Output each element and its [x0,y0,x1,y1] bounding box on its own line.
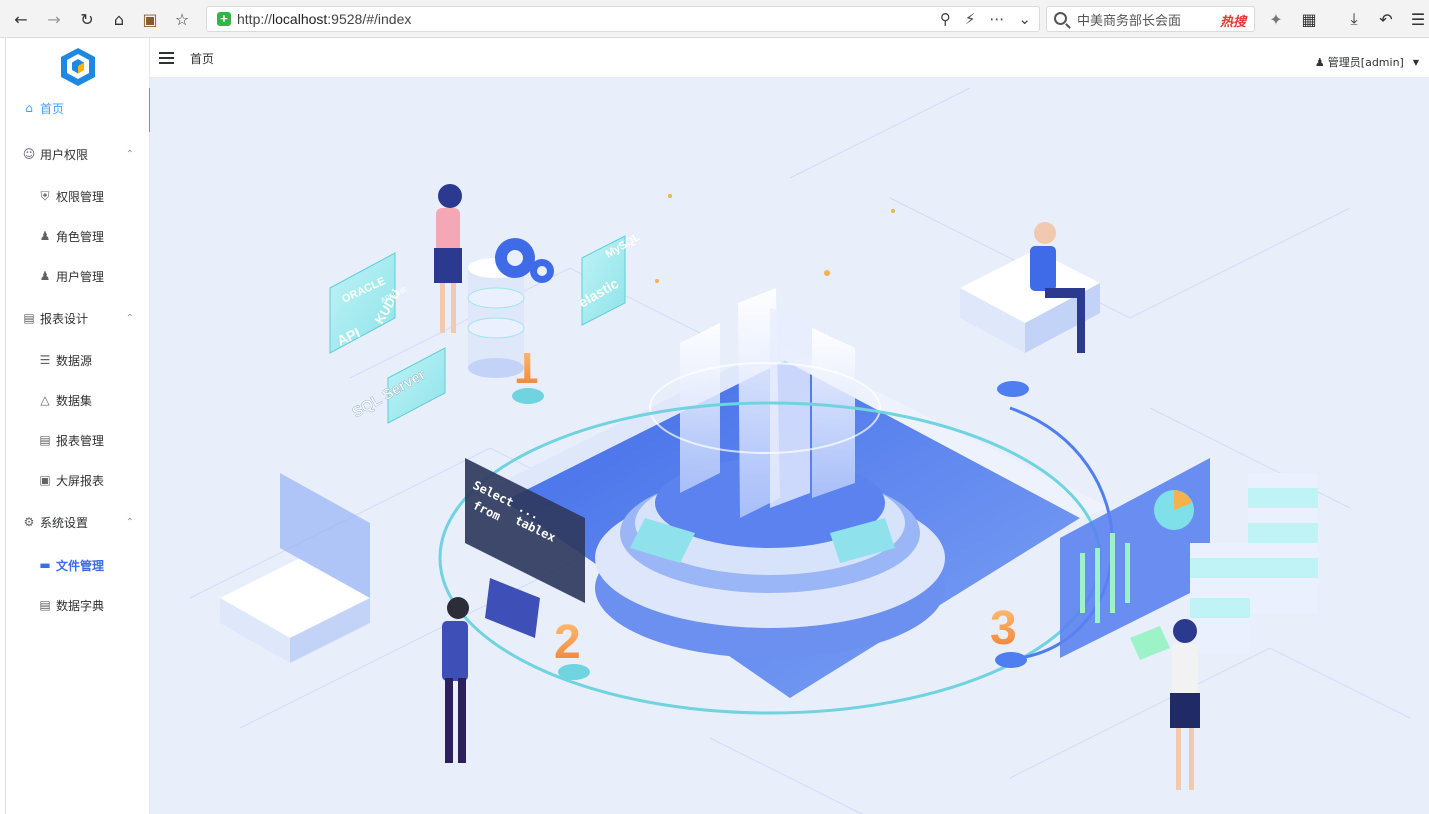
address-bar[interactable]: + http://localhost:9528/#/index ⚲ ⚡ ⋯ ⌄ [206,6,1040,32]
bookmark-star-icon[interactable]: ☆ [172,9,192,29]
database-icon: ☰ [39,353,51,367]
download-icon[interactable]: ⤓ [1344,9,1364,29]
chevron-up-icon: ⌃ [125,516,134,528]
hamburger-icon[interactable] [159,52,174,64]
step-2-label: 2 [554,616,581,669]
sidebar: ⌂ 首页 ☺ 用户权限 ⌃ ⛨ 权限管理 ♟ 角色管理 ♟ 用户管理 ▤ 报表设… [6,38,151,814]
sidebar-item-permission-manage[interactable]: ⛨ 权限管理 [6,176,150,216]
left-terminal [220,473,370,663]
user-name: 管理员[admin] [1327,56,1404,69]
user-group-icon: ☺ [22,147,36,161]
shield-icon: ⛨ [40,188,50,203]
browser-toolbar: ← → ↻ ⌂ ▣ ☆ + http://localhost:9528/#/in… [0,0,1429,38]
chevron-up-icon: ⌃ [125,312,134,324]
sidebar-item-data-dictionary[interactable]: ▤ 数据字典 [6,585,150,625]
role-icon: ♟ [39,229,51,243]
hot-search-label[interactable]: 热搜 [1220,11,1246,30]
report-design-icon: ▤ [23,311,35,325]
secure-shield-icon: + [217,12,231,26]
home-browser-icon[interactable]: ⌂ [109,9,129,29]
breadcrumb[interactable]: 首页 [190,50,214,67]
report-icon: ▤ [39,433,51,447]
app-logo [61,48,95,86]
person-man-laptop [442,578,540,763]
sidebar-item-big-screen[interactable]: ▣ 大屏报表 [6,460,150,500]
sidebar-item-system-settings[interactable]: ⚙ 系统设置 ⌃ [6,502,150,542]
folder-icon: ▬ [39,558,51,572]
apps-grid-icon[interactable]: ▦ [1299,9,1319,29]
step-3-label: 3 [990,602,1017,655]
caret-down-icon: ▼ [1412,57,1419,67]
screen-icon: ▣ [39,473,51,487]
reload-icon[interactable]: ↻ [77,9,97,29]
zoom-icon[interactable]: ⚲ [940,10,951,28]
chevron-down-icon[interactable]: ⌄ [1018,10,1031,28]
url-text: http://localhost:9528/#/index [237,11,412,27]
home-icon: ⌂ [25,101,33,115]
user-dropdown[interactable]: ♟ 管理员[admin] ▼ [1315,54,1419,70]
search-icon [1054,12,1067,25]
sidebar-item-user-manage[interactable]: ♟ 用户管理 [6,256,150,296]
sidebar-item-user-permission[interactable]: ☺ 用户权限 ⌃ [6,134,150,174]
top-header: 首页 ♟ 管理员[admin] ▼ [150,38,1429,78]
user-avatar-icon: ♟ [1314,55,1325,69]
extension-icon[interactable]: ✦ [1266,9,1286,29]
sidebar-item-datasource[interactable]: ☰ 数据源 [6,340,150,380]
chevron-up-icon: ⌃ [125,148,134,160]
sidebar-item-report-manage[interactable]: ▤ 报表管理 [6,420,150,460]
forward-icon[interactable]: → [44,9,64,29]
person-woman-left [434,184,462,333]
dictionary-icon: ▤ [39,598,51,612]
sidebar-item-file-manage[interactable]: ▬ 文件管理 [6,545,150,585]
menu-icon[interactable]: ☰ [1408,9,1428,29]
person-woman-right [1130,619,1200,790]
briefcase-icon[interactable]: ▣ [140,9,160,29]
browser-search-box[interactable]: 中美商务部长会面 热搜 [1046,6,1255,32]
sidebar-item-home[interactable]: ⌂ 首页 [6,88,151,132]
sidebar-item-role-manage[interactable]: ♟ 角色管理 [6,216,150,256]
lightning-icon[interactable]: ⚡ [965,10,976,28]
search-query: 中美商务部长会面 [1077,13,1182,29]
dataset-icon: △ [40,393,50,407]
sidebar-item-report-design[interactable]: ▤ 报表设计 ⌃ [6,298,150,338]
dashboard-illustration: 1 2 3 ORACLE API APACHE KUDU SQL Server … [150,78,1429,814]
undo-icon[interactable]: ↶ [1376,9,1396,29]
user-icon: ♟ [39,269,51,283]
sidebar-item-dataset[interactable]: △ 数据集 [6,380,150,420]
isometric-data-scene: 1 2 3 ORACLE API APACHE KUDU SQL Server … [189,87,1411,814]
database-stack [467,238,554,378]
back-icon[interactable]: ← [11,9,31,29]
gear-icon: ⚙ [23,515,35,529]
more-icon[interactable]: ⋯ [989,10,1004,28]
